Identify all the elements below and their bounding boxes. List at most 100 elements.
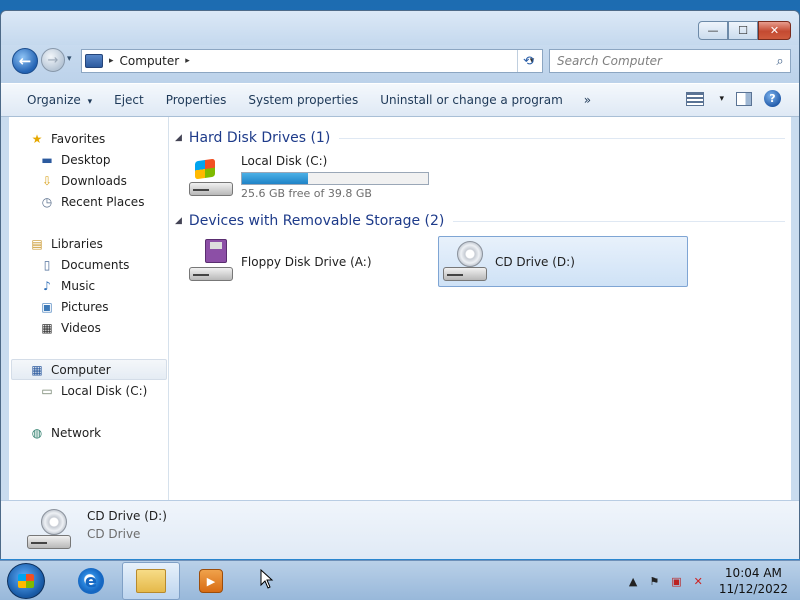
search-icon[interactable]: ⌕: [770, 54, 790, 69]
address-row: ← → ▾ ▸ Computer ▸ ▾ ⟲ ⌕: [1, 45, 799, 83]
sidebar-item-music[interactable]: ♪ Music: [39, 275, 95, 296]
maximize-button[interactable]: ☐: [728, 21, 758, 40]
back-button[interactable]: ←: [12, 48, 38, 74]
breadcrumb-separator[interactable]: ▸: [185, 56, 190, 66]
show-hidden-icons-button[interactable]: ▲: [629, 575, 637, 588]
change-view-icon[interactable]: [686, 91, 705, 106]
window-controls: — ☐ ✕: [698, 21, 791, 40]
group-header-removable[interactable]: ◢ Devices with Removable Storage (2): [175, 211, 785, 231]
clock[interactable]: 10:04 AM 11/12/2022: [719, 565, 788, 597]
title-bar[interactable]: — ☐ ✕: [1, 11, 799, 45]
sidebar-item-label: Favorites: [51, 131, 106, 146]
drive-tile-local-disk[interactable]: Local Disk (C:) 25.6 GB free of 39.8 GB: [185, 151, 435, 202]
more-commands-button[interactable]: »: [574, 93, 601, 107]
system-properties-button[interactable]: System properties: [237, 93, 369, 107]
music-icon: ♪: [43, 278, 51, 293]
drive-info: Floppy Disk Drive (A:): [241, 255, 372, 269]
pictures-icon: ▣: [41, 299, 53, 314]
navigation-pane: ★ Favorites ▬ Desktop ⇩ Downloads ◷ Rece…: [9, 117, 169, 509]
close-button[interactable]: ✕: [758, 21, 791, 40]
content-pane: ◢ Hard Disk Drives (1) Local Disk (C:) 2…: [169, 117, 791, 509]
volume-muted-icon[interactable]: ✕: [694, 575, 703, 588]
drive-tile-cd[interactable]: CD Drive (D:): [438, 236, 688, 287]
drive-info: CD Drive (D:): [495, 255, 575, 269]
sidebar-item-local-disk[interactable]: ▭ Local Disk (C:): [39, 380, 147, 401]
sidebar-item-label: Computer: [51, 362, 111, 377]
sidebar-item-libraries[interactable]: ▤ Libraries: [29, 233, 103, 254]
sidebar-item-label: Music: [61, 278, 96, 293]
computer-icon: [85, 54, 103, 68]
sidebar-item-videos[interactable]: ▦ Videos: [39, 317, 101, 338]
group-header-hard-disks[interactable]: ◢ Hard Disk Drives (1): [175, 128, 785, 148]
cd-disc-icon: [41, 509, 67, 535]
sidebar-item-computer[interactable]: ▦ Computer: [11, 359, 167, 380]
drive-name: CD Drive (D:): [495, 254, 575, 269]
collapse-icon: ◢: [175, 133, 182, 143]
minimize-button[interactable]: —: [698, 21, 728, 40]
downloads-icon: ⇩: [41, 173, 53, 188]
floppy-disk-icon: [205, 238, 227, 263]
network-status-icon[interactable]: ▣: [671, 575, 681, 588]
computer-icon: ▦: [31, 362, 43, 377]
preview-pane-icon[interactable]: [736, 91, 752, 106]
chevron-down-icon: ▾: [87, 97, 93, 107]
drive-slot: [31, 542, 47, 544]
sidebar-item-recent-places[interactable]: ◷ Recent Places: [39, 191, 145, 212]
start-button[interactable]: [7, 563, 45, 599]
recent-pages-dropdown[interactable]: ▾: [67, 54, 72, 64]
libraries-icon: ▤: [31, 236, 43, 251]
drive-name: Floppy Disk Drive (A:): [241, 254, 372, 269]
drive-tile-floppy[interactable]: Floppy Disk Drive (A:): [185, 236, 435, 287]
sidebar-item-desktop[interactable]: ▬ Desktop: [39, 149, 111, 170]
media-player-icon: ▶: [199, 569, 223, 593]
videos-icon: ▦: [41, 320, 53, 335]
disk-usage-fill: [242, 172, 309, 184]
sidebar-item-label: Videos: [61, 320, 101, 335]
sidebar-item-downloads[interactable]: ⇩ Downloads: [39, 170, 127, 191]
local-disk-icon: ▭: [41, 383, 53, 398]
sidebar-item-label: Desktop: [61, 152, 111, 167]
disk-usage-bar: [241, 171, 429, 185]
properties-button[interactable]: Properties: [155, 93, 238, 107]
taskbar: e ▶ ▲ ⚑ ▣ ✕ 10:04 AM 11/12/2022: [0, 560, 800, 600]
drive-slot: [193, 273, 209, 276]
floppy-drive-icon: [187, 238, 235, 285]
details-item-name: CD Drive (D:): [87, 509, 167, 523]
taskbar-windows-explorer[interactable]: [122, 562, 180, 600]
breadcrumb-computer[interactable]: Computer: [120, 54, 180, 68]
details-pane: CD Drive (D:) CD Drive: [1, 500, 799, 559]
windows-logo-icon: [195, 158, 215, 179]
network-icon: ◍: [31, 425, 43, 440]
forward-button[interactable]: →: [41, 48, 65, 72]
help-icon[interactable]: ?: [764, 90, 781, 107]
uninstall-program-button[interactable]: Uninstall or change a program: [369, 93, 574, 107]
system-tray: ▲ ⚑ ▣ ✕ 10:04 AM 11/12/2022: [629, 561, 788, 600]
sidebar-item-favorites[interactable]: ★ Favorites: [29, 128, 106, 149]
cd-disc-icon: [457, 240, 483, 267]
taskbar-media-player[interactable]: ▶: [182, 562, 240, 600]
action-center-flag-icon[interactable]: ⚑: [649, 575, 659, 588]
breadcrumb-separator[interactable]: ▸: [109, 56, 114, 66]
sidebar-item-pictures[interactable]: ▣ Pictures: [39, 296, 108, 317]
address-bar[interactable]: ▸ Computer ▸ ▾: [81, 49, 543, 73]
recent-places-icon: ◷: [41, 194, 53, 209]
documents-icon: ▯: [43, 257, 51, 272]
sidebar-item-network[interactable]: ◍ Network: [29, 422, 101, 443]
drive-info: Local Disk (C:) 25.6 GB free of 39.8 GB: [241, 154, 429, 200]
group-divider: [339, 137, 785, 139]
view-options-dropdown[interactable]: ▾: [719, 94, 724, 104]
group-title: Hard Disk Drives (1): [188, 130, 331, 146]
star-icon: ★: [31, 131, 43, 146]
clock-time: 10:04 AM: [724, 566, 782, 580]
eject-button[interactable]: Eject: [103, 93, 155, 107]
cd-drive-icon: [25, 507, 73, 553]
cd-drive-icon: [441, 239, 489, 285]
drive-slot: [193, 188, 209, 191]
search-box[interactable]: ⌕: [549, 49, 791, 73]
refresh-button[interactable]: ⟲: [517, 50, 539, 72]
sidebar-item-documents[interactable]: ▯ Documents: [39, 254, 130, 275]
mouse-cursor-icon: [260, 569, 274, 589]
search-input[interactable]: [550, 54, 770, 68]
organize-menu[interactable]: Organize ▾: [1, 93, 103, 107]
taskbar-internet-explorer[interactable]: e: [62, 562, 120, 600]
